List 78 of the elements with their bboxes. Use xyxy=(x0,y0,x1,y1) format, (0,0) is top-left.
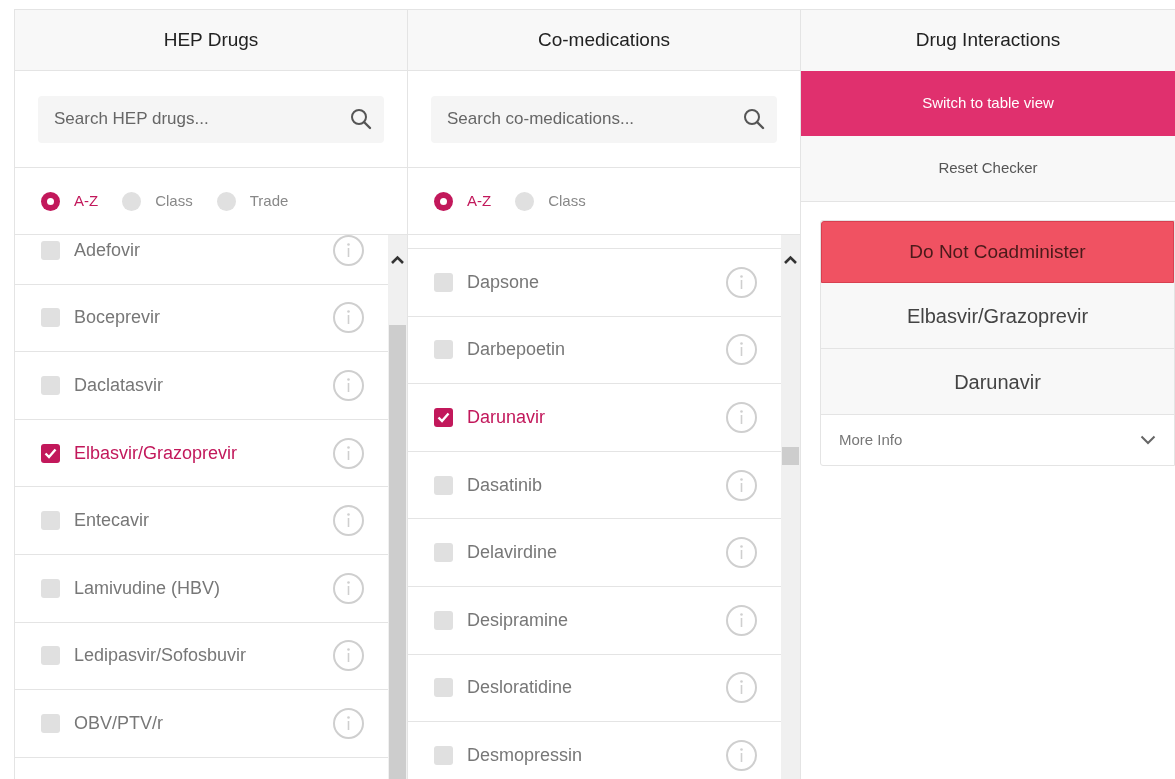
drug-name[interactable]: Ledipasvir/Sofosbuvir xyxy=(74,642,333,670)
checkbox[interactable] xyxy=(41,713,60,733)
drug-name[interactable]: Delavirdine xyxy=(467,539,726,567)
scroll-thumb[interactable] xyxy=(782,447,799,465)
drug-name[interactable]: Daclatasvir xyxy=(74,372,333,399)
chevron-icon[interactable] xyxy=(1140,435,1156,445)
search-field[interactable]: Search HEP drugs... xyxy=(38,95,384,143)
info-icon[interactable] xyxy=(333,235,364,266)
checkbox[interactable] xyxy=(41,443,60,463)
checkbox[interactable] xyxy=(434,340,453,360)
drug-name[interactable]: Lamivudine (HBV) xyxy=(74,574,333,602)
checkbox[interactable] xyxy=(41,646,60,666)
drug-name[interactable]: Desipramine xyxy=(467,606,726,634)
info-icon[interactable] xyxy=(333,572,364,604)
checkbox[interactable] xyxy=(41,240,60,260)
search-field[interactable]: Search co-medications... xyxy=(431,95,777,143)
drug-name[interactable]: Boceprevir xyxy=(74,304,333,332)
checkbox[interactable] xyxy=(434,408,453,427)
radio-label[interactable]: A-Z xyxy=(467,189,492,213)
scroll-up-icon[interactable] xyxy=(783,255,798,265)
info-icon[interactable] xyxy=(726,604,757,636)
checkbox[interactable] xyxy=(434,272,453,292)
checkbox[interactable] xyxy=(434,610,453,630)
search-icon[interactable] xyxy=(743,107,765,130)
interaction-drug: Elbasvir/Grazoprevir xyxy=(821,283,1174,349)
drug-name[interactable]: Adefovir xyxy=(74,236,333,264)
info-icon[interactable] xyxy=(726,402,757,433)
search-icon[interactable] xyxy=(350,107,372,130)
info-icon[interactable] xyxy=(726,469,757,501)
checkbox[interactable] xyxy=(41,376,60,395)
checkbox[interactable] xyxy=(434,678,453,698)
info-icon[interactable] xyxy=(726,672,757,704)
scrollbar[interactable] xyxy=(781,235,800,779)
checkbox[interactable] xyxy=(41,511,60,531)
radio-label[interactable]: Class xyxy=(548,189,586,213)
reset-button[interactable]: Reset Checker xyxy=(801,136,1175,202)
info-icon[interactable] xyxy=(726,739,757,771)
radio-label[interactable]: A-Z xyxy=(74,189,99,213)
radio-button[interactable] xyxy=(434,191,453,211)
info-icon[interactable] xyxy=(333,640,364,672)
info-icon[interactable] xyxy=(333,707,364,739)
scroll-thumb[interactable] xyxy=(389,325,406,779)
radio-button[interactable] xyxy=(41,191,60,211)
more-info-toggle[interactable]: More Info xyxy=(839,428,903,452)
info-icon[interactable] xyxy=(726,334,757,366)
scrollbar[interactable] xyxy=(388,235,407,779)
info-icon[interactable] xyxy=(333,505,364,537)
drug-name[interactable]: OBV/PTV/r xyxy=(74,709,333,737)
info-icon[interactable] xyxy=(333,437,364,469)
drug-name[interactable]: Desloratidine xyxy=(467,674,726,702)
severity-banner: Do Not Coadminister xyxy=(821,221,1174,283)
radio-label[interactable]: Trade xyxy=(249,189,289,213)
drug-name[interactable]: Dapsone xyxy=(467,268,726,296)
switch-view-button[interactable]: Switch to table view xyxy=(801,71,1175,136)
drug-name[interactable]: Darbepoetin xyxy=(467,336,726,364)
checkbox[interactable] xyxy=(41,578,60,598)
info-icon[interactable] xyxy=(333,302,364,334)
info-icon[interactable] xyxy=(726,537,757,569)
info-icon[interactable] xyxy=(333,370,364,401)
checkbox[interactable] xyxy=(41,308,60,328)
column-header: Co-medications xyxy=(408,10,800,71)
column-header: Drug Interactions xyxy=(801,10,1175,71)
checkbox[interactable] xyxy=(434,543,453,563)
radio-button[interactable] xyxy=(122,191,142,211)
drug-name[interactable]: Darunavir xyxy=(467,404,726,431)
checkbox[interactable] xyxy=(434,745,453,765)
radio-button[interactable] xyxy=(216,191,236,211)
interaction-drug: Darunavir xyxy=(821,349,1174,415)
drug-name[interactable]: Entecavir xyxy=(74,507,333,535)
radio-button[interactable] xyxy=(515,191,535,211)
radio-label[interactable]: Class xyxy=(155,189,193,213)
info-icon[interactable] xyxy=(726,266,757,298)
drug-name[interactable]: Desmopressin xyxy=(467,741,726,769)
drug-name[interactable]: Elbasvir/Grazoprevir xyxy=(74,439,333,467)
scroll-up-icon[interactable] xyxy=(390,255,405,265)
checkbox[interactable] xyxy=(434,475,453,495)
column-header: HEP Drugs xyxy=(15,10,407,71)
drug-name[interactable]: Dasatinib xyxy=(467,471,726,499)
